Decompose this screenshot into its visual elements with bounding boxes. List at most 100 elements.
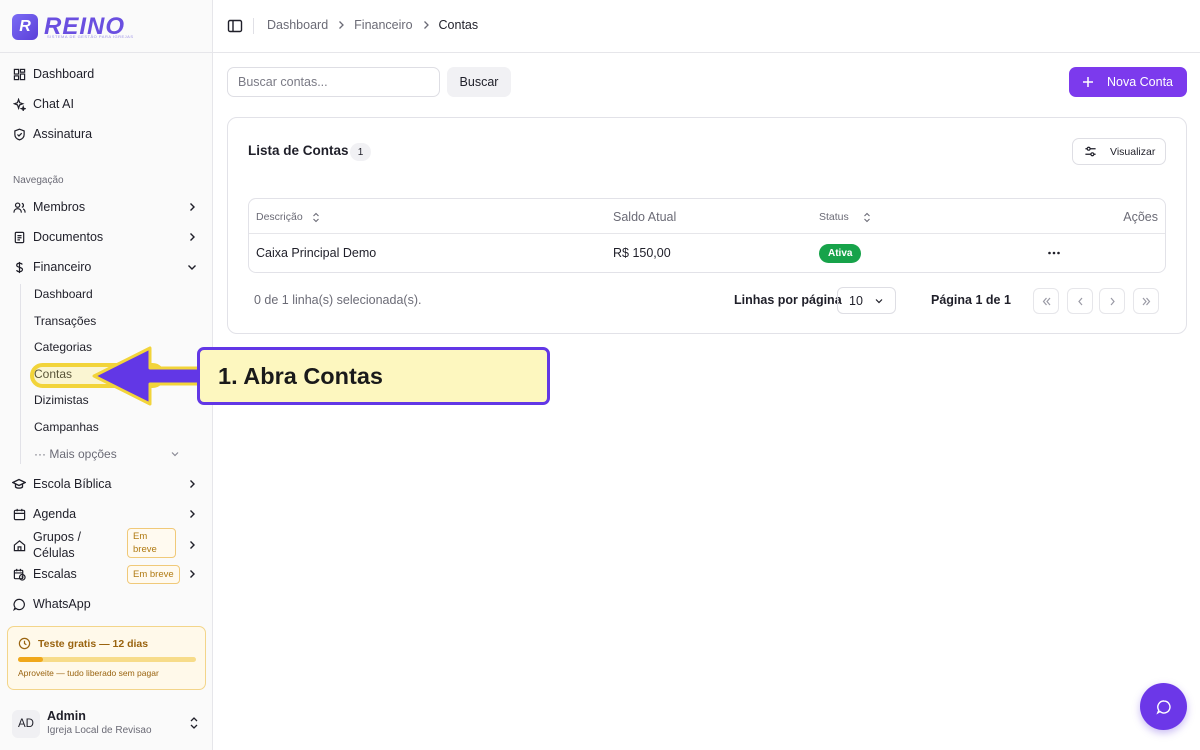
user-menu[interactable]: AD Admin Igreja Local de Revisao [12, 705, 202, 741]
coming-soon-badge: Em breve [127, 528, 176, 558]
sidebar-item-whatsapp[interactable]: WhatsApp [12, 592, 200, 616]
sidebar-item-label: Escalas [33, 567, 77, 581]
graduation-cap-icon [12, 477, 26, 491]
sidebar-item-chat-ai[interactable]: Chat AI [12, 92, 200, 116]
annotation-arrow-icon [92, 346, 202, 406]
sidebar-item-label: Dashboard [33, 67, 95, 81]
sidebar-toggle-icon[interactable] [227, 18, 243, 34]
sidebar-item-escola-biblica[interactable]: Escola Bíblica [12, 472, 200, 496]
chevron-right-icon [190, 233, 195, 241]
chevron-right-icon [339, 21, 345, 29]
chat-fab-button[interactable] [1140, 683, 1187, 730]
view-options-button[interactable]: Visualizar [1072, 138, 1166, 165]
column-header-saldo: Saldo Atual [613, 210, 677, 224]
status-badge: Ativa [819, 244, 862, 263]
sort-icon[interactable] [863, 212, 871, 223]
breadcrumb-dashboard[interactable]: Dashboard [267, 18, 328, 32]
sidebar-item-agenda[interactable]: Agenda [12, 502, 200, 526]
sidebar-item-label-line2: Células [33, 546, 75, 560]
trial-banner[interactable]: Teste gratis — 12 dias Aproveite — tudo … [7, 626, 206, 690]
sidebar-item-financeiro[interactable]: Financeiro [12, 255, 200, 279]
chat-bubble-icon [12, 597, 26, 611]
coming-soon-badge: Em breve [127, 565, 180, 584]
sidebar-item-membros[interactable]: Membros [12, 195, 200, 219]
column-header-label: Descrição [256, 211, 303, 223]
logo-mark-icon: R [12, 14, 38, 40]
shield-icon [12, 127, 26, 141]
rows-per-page-value: 10 [849, 293, 863, 308]
first-page-button[interactable] [1033, 288, 1059, 314]
sidebar-item-documentos[interactable]: Documentos [12, 225, 200, 249]
avatar: AD [12, 710, 40, 738]
sparkles-icon [12, 97, 26, 111]
search-input[interactable] [227, 67, 440, 97]
chevrons-right-icon [1142, 297, 1150, 305]
trial-title: Teste gratis — 12 dias [38, 638, 149, 650]
next-page-button[interactable] [1099, 288, 1125, 314]
trial-progress-fill [18, 657, 43, 662]
chevron-down-icon [188, 265, 196, 270]
home-icon [12, 538, 26, 552]
search-button[interactable]: Buscar [447, 67, 511, 97]
grid-icon [12, 67, 26, 81]
column-header-descricao[interactable]: Descrição [256, 209, 320, 225]
submenu-item-dizimistas[interactable]: Dizimistas [34, 390, 89, 410]
submenu-item-dashboard[interactable]: Dashboard [34, 284, 93, 304]
new-account-label: Nova Conta [1107, 75, 1174, 89]
column-header-label: Status [819, 211, 849, 223]
submenu-guide-line [20, 284, 21, 464]
column-header-status[interactable]: Status [819, 209, 871, 225]
dollar-icon [12, 260, 26, 274]
submenu-more-options[interactable]: ··· Mais opções [34, 444, 117, 464]
sliders-icon [1085, 146, 1096, 157]
divider [253, 18, 254, 34]
sidebar-item-assinatura[interactable]: Assinatura [12, 122, 200, 146]
brand-tagline: SISTEMA DE GESTÃO PARA IGREJAS [47, 34, 134, 39]
calendar-icon [12, 507, 26, 521]
rows-per-page-select[interactable]: 10 [837, 287, 896, 314]
submenu-item-categorias[interactable]: Categorias [34, 337, 92, 357]
breadcrumb-financeiro[interactable]: Financeiro [354, 18, 412, 32]
last-page-button[interactable] [1133, 288, 1159, 314]
chevron-down-icon [171, 452, 179, 457]
prev-page-button[interactable] [1067, 288, 1093, 314]
more-actions-icon[interactable] [1046, 245, 1062, 261]
chevron-left-icon [1077, 297, 1082, 305]
user-org: Igreja Local de Revisao [47, 725, 152, 736]
view-options-label: Visualizar [1110, 145, 1156, 158]
selection-status: 0 de 1 linha(s) selecionada(s). [254, 293, 422, 307]
count-badge: 1 [350, 143, 371, 161]
sort-icon[interactable] [312, 212, 320, 223]
chevron-right-icon [190, 510, 195, 518]
column-header-acoes: Ações [1123, 210, 1158, 224]
sidebar-item-label: Financeiro [33, 260, 92, 274]
trial-note: Aproveite — tudo liberado sem pagar [18, 668, 159, 678]
breadcrumb: Dashboard Financeiro Contas [267, 18, 478, 32]
chevron-right-icon [190, 480, 195, 488]
sidebar-item-label-line1: Grupos / [33, 530, 81, 544]
new-account-button[interactable]: Nova Conta [1069, 67, 1187, 97]
sidebar-item-label: WhatsApp [33, 597, 91, 611]
sidebar-item-label: Agenda [33, 507, 77, 521]
sidebar-item-label: Assinatura [33, 127, 93, 141]
sidebar-item-label: Grupos / Células [33, 529, 81, 561]
sidebar-item-dashboard[interactable]: Dashboard [12, 62, 200, 86]
submenu-item-transacoes[interactable]: Transações [34, 311, 96, 331]
plus-icon [1083, 77, 1093, 87]
top-header: Dashboard Financeiro Contas [213, 0, 1200, 53]
divider [0, 52, 212, 53]
users-icon [12, 200, 26, 214]
calendar-clock-icon [12, 567, 26, 581]
submenu-item-campanhas[interactable]: Campanhas [34, 417, 99, 437]
chevron-right-icon [190, 541, 195, 549]
user-name: Admin [47, 709, 86, 723]
chevrons-left-icon [1042, 297, 1050, 305]
cell-balance: R$ 150,00 [613, 246, 671, 260]
card-title: Lista de Contas [248, 143, 349, 158]
page-indicator: Página 1 de 1 [931, 293, 1011, 307]
sidebar-item-label: Documentos [33, 230, 104, 244]
sidebar-item-label: Chat AI [33, 97, 74, 111]
sidebar-item-label: Escola Bíblica [33, 477, 112, 491]
chevron-right-icon [190, 203, 195, 211]
annotation-callout: 1. Abra Contas [197, 347, 550, 405]
